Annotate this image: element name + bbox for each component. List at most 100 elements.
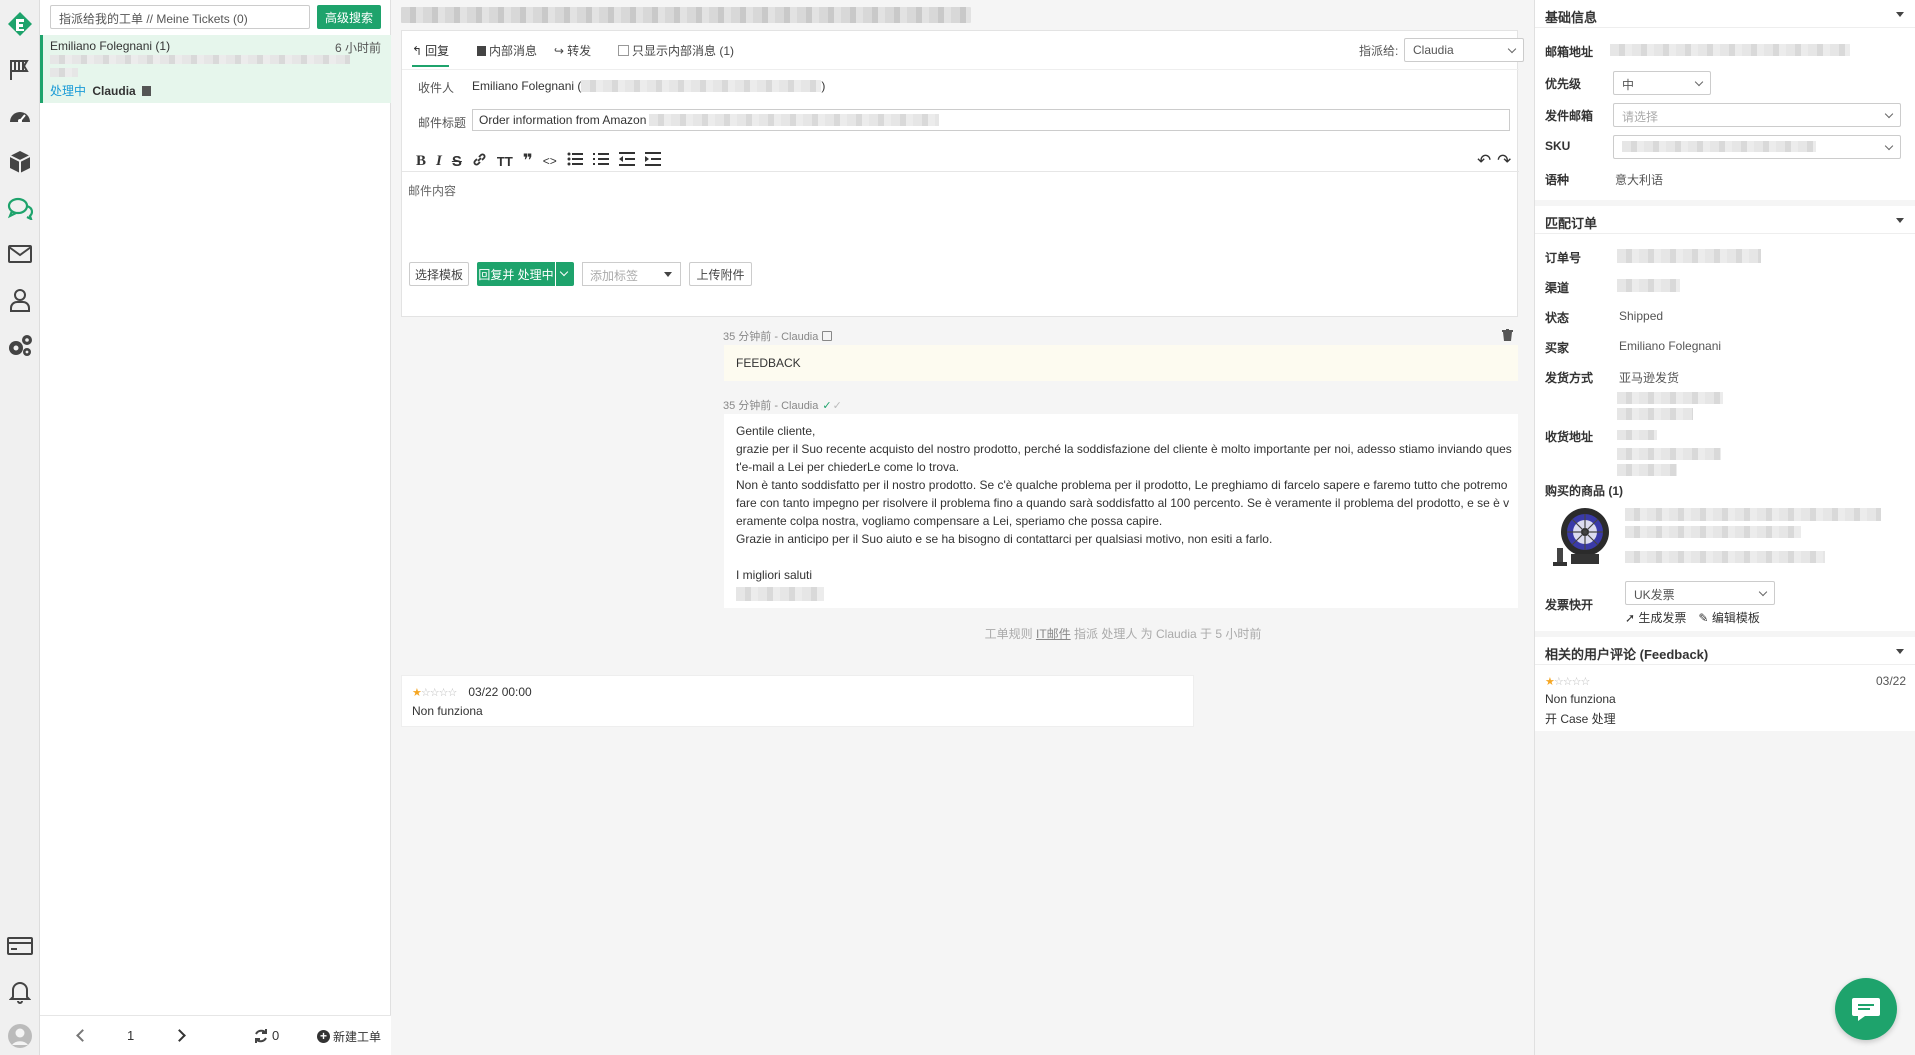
subject-input[interactable]: Order information from Amazon [472, 109, 1510, 131]
edit-icon[interactable] [822, 331, 833, 341]
ticket-rule-log: 工单规则 IT邮件 指派 处理人 为 Claudia 于 5 小时前 [823, 625, 1423, 642]
signature-redacted [736, 587, 824, 601]
caret-down-icon[interactable] [1896, 218, 1904, 223]
message-meta-text: 35 分钟前 - Claudia [723, 400, 819, 412]
note-icon [477, 45, 486, 56]
assign-select[interactable]: Claudia [1404, 38, 1524, 62]
strikethrough-icon[interactable]: S [452, 153, 462, 170]
chevron-left-icon[interactable] [76, 1029, 89, 1042]
bell-icon[interactable] [6, 978, 34, 1006]
page-number: 1 [127, 1028, 135, 1043]
rule-suffix: 指派 处理人 为 Claudia 于 5 小时前 [1074, 627, 1262, 641]
code-icon[interactable]: <> [543, 154, 557, 168]
message-line: Non è tanto soddisfatto per il nostro pr… [736, 478, 1508, 492]
outdent-icon[interactable] [618, 152, 635, 170]
refresh-icon[interactable] [253, 1028, 269, 1047]
rule-link[interactable]: IT邮件 [1036, 627, 1071, 641]
mail-icon[interactable] [6, 240, 34, 268]
tab-internal[interactable]: 内部消息 [477, 42, 537, 59]
invoice-actions: ➚ 生成发票 ✎ 编辑模板 [1625, 609, 1760, 626]
basic-info-title: 基础信息 [1545, 10, 1598, 25]
dashboard-icon[interactable] [6, 102, 34, 130]
review-date: 03/22 00:00 [468, 685, 532, 699]
email-body-editor[interactable]: 邮件内容 [408, 182, 1508, 252]
indent-icon[interactable] [644, 152, 661, 170]
note-meta: 35 分钟前 - Claudia [723, 328, 833, 344]
caret-down-icon[interactable] [1896, 12, 1904, 17]
undo-icon[interactable]: ↶ [1477, 151, 1491, 171]
reply-submit-button[interactable]: 回复并 处理中 [477, 262, 556, 286]
quote-icon[interactable]: ❞ [523, 151, 533, 171]
address-redacted-5 [1617, 464, 1677, 476]
bold-icon[interactable]: B [416, 153, 426, 170]
upload-attachment-button[interactable]: 上传附件 [689, 262, 752, 286]
generate-invoice-label: 生成发票 [1638, 611, 1687, 625]
shipping-label: 发货方式 [1545, 371, 1594, 385]
divider [1535, 27, 1915, 28]
edit-template-button[interactable]: ✎ 编辑模板 [1698, 609, 1759, 626]
invoice-template-select[interactable]: UK发票 [1625, 581, 1775, 605]
recipient-value[interactable]: Emiliano Folegnani ( ) [472, 79, 825, 93]
avatar-icon[interactable] [6, 1022, 34, 1050]
only-internal-toggle[interactable]: 只显示内部消息 (1) [618, 42, 734, 59]
ordered-list-icon[interactable] [592, 152, 609, 170]
matched-order-title: 匹配订单 [1545, 216, 1598, 231]
language-value: 意大利语 [1615, 173, 1664, 187]
open-case-link[interactable]: 开 Case 处理 [1545, 710, 1616, 727]
chevron-right-icon[interactable] [173, 1029, 186, 1042]
flag-icon[interactable] [6, 56, 34, 84]
redo-icon[interactable]: ↷ [1497, 151, 1511, 171]
chat-bubble-icon [1852, 998, 1880, 1021]
assign-label: 指派给: [1359, 44, 1399, 58]
caret-down-icon[interactable] [1896, 649, 1904, 654]
reply-submit-group: 回复并 处理中 [477, 262, 574, 286]
generate-invoice-button[interactable]: ➚ 生成发票 [1625, 609, 1686, 626]
recipient-close-paren: ) [821, 79, 826, 93]
plus-circle-icon: + [317, 1030, 330, 1043]
rule-prefix: 工单规则 [984, 627, 1033, 641]
select-template-button[interactable]: 选择模板 [409, 262, 469, 286]
check-icon: ✓ [822, 399, 832, 412]
edit-template-label: 编辑模板 [1711, 611, 1760, 625]
checkbox[interactable] [618, 45, 629, 56]
app-root: 指派给我的工单 // Meine Tickets (0) 高级搜索 Emilia… [0, 0, 1915, 1055]
logo-icon[interactable] [6, 10, 34, 38]
product-title-redacted-1 [1625, 508, 1881, 521]
advanced-search-button[interactable]: 高级搜索 [317, 5, 381, 29]
text-size-icon[interactable]: TT [497, 154, 513, 169]
ticket-filter-select[interactable]: 指派给我的工单 // Meine Tickets (0) [50, 5, 310, 29]
cube-icon[interactable] [6, 148, 34, 176]
ticket-detail: ↰ 回复 内部消息 ↪ 转发 只显示内部消息 (1) 指派给: Claudia 收件… [391, 0, 1534, 1055]
tag-select[interactable]: 添加标签 [582, 262, 681, 286]
invoice-template-value: UK发票 [1634, 588, 1675, 602]
tab-forward[interactable]: ↪ 转发 [554, 42, 591, 59]
address-redacted-3 [1617, 430, 1657, 440]
internal-note: FEEDBACK [724, 345, 1518, 381]
sender-placeholder: 请选择 [1622, 110, 1659, 124]
sku-select[interactable] [1613, 135, 1901, 159]
tab-reply[interactable]: ↰ 回复 [412, 42, 450, 67]
chat-icon[interactable] [6, 194, 34, 222]
subject-value: Order information from Amazon [479, 113, 647, 127]
priority-select[interactable]: 中 [1613, 71, 1711, 95]
gears-icon[interactable] [6, 332, 34, 360]
bullet-list-icon[interactable] [567, 152, 583, 170]
order-number-redacted[interactable] [1617, 249, 1761, 263]
user-icon[interactable] [6, 286, 34, 314]
channel-label: 渠道 [1545, 281, 1570, 295]
italic-icon[interactable]: I [436, 153, 442, 170]
ticket-list-item[interactable]: Emiliano Folegnani (1) 6 小时前 处理中 Claudia [40, 35, 391, 103]
card-icon[interactable] [6, 932, 34, 960]
internal-note-text: FEEDBACK [736, 356, 801, 370]
new-ticket-button[interactable]: + 新建工单 [317, 1028, 381, 1045]
link-icon[interactable] [472, 152, 487, 171]
sender-select[interactable]: 请选择 [1613, 103, 1901, 127]
language-label: 语种 [1545, 173, 1570, 187]
ticket-preview-redacted-2 [50, 68, 78, 77]
product-thumbnail[interactable] [1549, 502, 1609, 568]
ticket-customer-name: Emiliano Folegnani (1) [50, 39, 171, 53]
live-chat-button[interactable] [1835, 978, 1897, 1040]
trash-icon[interactable] [1502, 329, 1513, 344]
ticket-list: 指派给我的工单 // Meine Tickets (0) 高级搜索 Emilia… [40, 0, 391, 1055]
reply-options-dropdown[interactable] [556, 262, 574, 286]
